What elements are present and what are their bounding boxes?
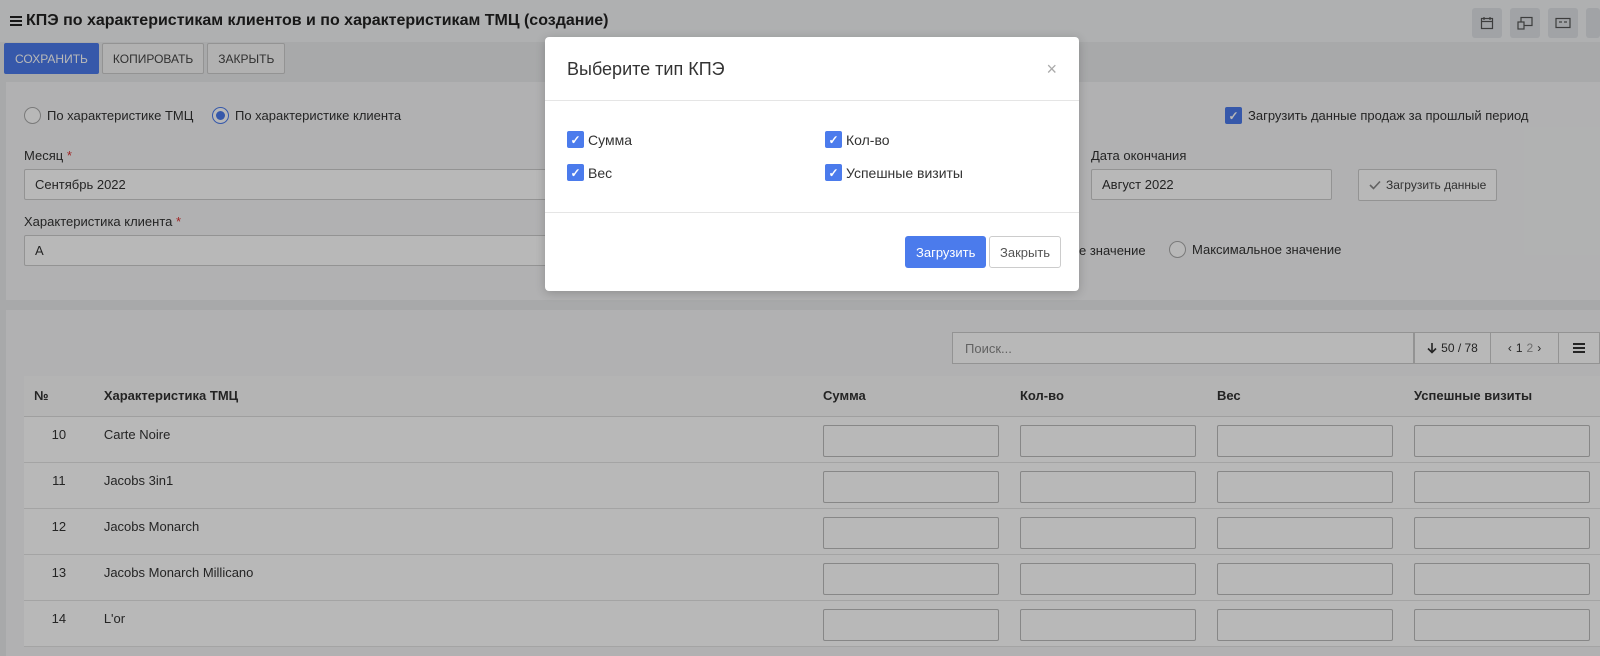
dialog-close-button[interactable]: Закрыть — [989, 236, 1062, 268]
kpi-type-dialog: Выберите тип КПЭ × ✓ Сумма ✓ Кол-во ✓ Ве… — [545, 37, 1079, 291]
checkmark-icon[interactable]: ✓ — [825, 164, 842, 181]
option-visits[interactable]: ✓ Успешные визиты — [825, 164, 963, 181]
option-visits-label: Успешные визиты — [846, 164, 963, 181]
close-icon[interactable]: × — [1046, 59, 1057, 80]
option-qty-label: Кол-во — [846, 131, 890, 148]
checkmark-icon[interactable]: ✓ — [567, 164, 584, 181]
load-button[interactable]: Загрузить — [905, 236, 987, 268]
option-sum-label: Сумма — [588, 131, 632, 148]
option-qty[interactable]: ✓ Кол-во — [825, 131, 890, 148]
dialog-footer: Загрузить Закрыть — [545, 213, 1079, 289]
option-sum[interactable]: ✓ Сумма — [567, 131, 632, 148]
option-weight-label: Вес — [588, 164, 613, 181]
option-weight[interactable]: ✓ Вес — [567, 164, 612, 181]
checkmark-icon[interactable]: ✓ — [825, 131, 842, 148]
dialog-body: ✓ Сумма ✓ Кол-во ✓ Вес ✓ Успешные визиты — [545, 101, 1079, 213]
checkmark-icon[interactable]: ✓ — [567, 131, 584, 148]
dialog-title: Выберите тип КПЭ — [567, 59, 725, 79]
dialog-header: Выберите тип КПЭ × — [545, 37, 1079, 101]
